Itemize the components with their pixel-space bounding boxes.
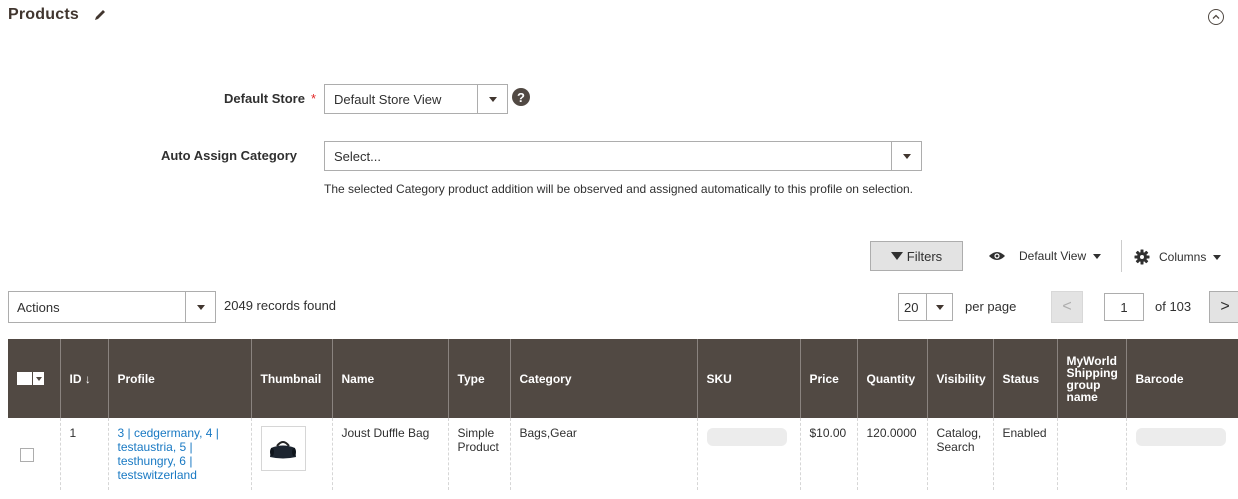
chevron-down-icon[interactable] <box>185 292 215 322</box>
mass-select-checkbox[interactable] <box>17 372 32 385</box>
cell-quantity: 120.0000 <box>856 418 927 490</box>
barcode-redacted <box>1135 428 1226 446</box>
col-id[interactable]: ID ↓ <box>59 339 108 418</box>
auto-assign-placeholder: Select... <box>334 148 381 164</box>
cell-barcode <box>1125 418 1238 490</box>
table-row[interactable]: 1 3 | cedgermany, 4 | testaustria, 5 | t… <box>8 418 1238 490</box>
cell-profile: 3 | cedgermany, 4 | testaustria, 5 | tes… <box>107 418 251 490</box>
cell-sku <box>696 418 800 490</box>
per-page-label: per page <box>965 299 1017 314</box>
product-thumbnail[interactable] <box>260 426 306 471</box>
filters-button[interactable]: Filters <box>870 241 963 271</box>
filter-icon <box>890 252 903 260</box>
col-category[interactable]: Category <box>509 339 697 418</box>
toolbar-divider <box>1121 240 1122 272</box>
col-shipping-group[interactable]: MyWorld Shipping group name <box>1056 339 1126 418</box>
previous-page-button[interactable]: < <box>1051 291 1083 323</box>
col-type[interactable]: Type <box>447 339 510 418</box>
row-checkbox[interactable] <box>20 448 34 462</box>
pencil-icon[interactable] <box>93 8 107 22</box>
cell-price: $10.00 <box>799 418 857 490</box>
auto-assign-label: Auto Assign Category <box>160 148 297 163</box>
section-title[interactable]: Products <box>8 6 107 24</box>
actions-select[interactable]: Actions <box>8 291 216 323</box>
default-store-value: Default Store View <box>334 91 442 107</box>
grid-header-row: ID ↓ Profile Thumbnail Name Type Categor… <box>8 339 1238 418</box>
col-status[interactable]: Status <box>992 339 1057 418</box>
sku-redacted <box>706 428 787 446</box>
col-quantity[interactable]: Quantity <box>856 339 927 418</box>
eye-icon <box>989 252 1005 260</box>
cell-category: Bags,Gear <box>509 418 697 490</box>
columns-label: Columns <box>1159 250 1207 264</box>
chevron-down-icon <box>1213 254 1222 260</box>
default-view-button[interactable]: Default View <box>988 249 1102 263</box>
records-found: 2049 records found <box>224 298 337 313</box>
cell-status: Enabled <box>992 418 1057 490</box>
cell-id: 1 <box>59 418 108 490</box>
section-title-text: Products <box>8 6 79 23</box>
next-page-button[interactable]: > <box>1209 291 1238 323</box>
mass-select-header[interactable] <box>8 339 60 418</box>
page-number-input[interactable]: 1 <box>1104 293 1144 321</box>
auto-assign-label-row: Auto Assign Category <box>0 148 297 163</box>
duffle-bag-image <box>270 440 296 458</box>
default-store-label: Default Store <box>224 91 305 106</box>
required-mark: * <box>310 91 316 106</box>
cell-thumbnail <box>250 418 332 490</box>
cell-type: Simple Product <box>447 418 510 490</box>
chevron-down-icon[interactable] <box>926 294 952 320</box>
cell-visibility: Catalog, Search <box>926 418 993 490</box>
col-visibility[interactable]: Visibility <box>926 339 993 418</box>
per-page-select[interactable]: 20 <box>898 293 953 321</box>
columns-button[interactable]: Columns <box>1134 249 1222 265</box>
filters-label: Filters <box>906 248 943 264</box>
col-name[interactable]: Name <box>331 339 448 418</box>
chevron-down-icon[interactable] <box>891 142 921 170</box>
per-page-value: 20 <box>904 299 919 315</box>
col-price[interactable]: Price <box>799 339 857 418</box>
default-store-select[interactable]: Default Store View <box>324 84 508 114</box>
auto-assign-note: The selected Category product addition w… <box>324 182 914 196</box>
col-profile[interactable]: Profile <box>107 339 251 418</box>
default-store-label-row: Default Store * <box>0 91 316 106</box>
row-select-cell <box>8 418 60 490</box>
col-thumbnail[interactable]: Thumbnail <box>250 339 332 418</box>
profile-link[interactable]: 3 | cedgermany, 4 | testaustria, 5 | tes… <box>118 426 219 482</box>
page-count: of 103 <box>1155 299 1192 314</box>
default-view-label: Default View <box>1019 249 1087 263</box>
chevron-down-icon[interactable] <box>33 372 44 385</box>
products-grid: ID ↓ Profile Thumbnail Name Type Categor… <box>8 339 1238 490</box>
chevron-down-icon[interactable] <box>477 85 507 113</box>
col-barcode[interactable]: Barcode <box>1125 339 1238 418</box>
auto-assign-select[interactable]: Select... <box>324 141 922 171</box>
gear-icon <box>1134 249 1150 265</box>
help-icon[interactable]: ? <box>512 88 530 106</box>
chevron-down-icon <box>1093 253 1102 259</box>
actions-label: Actions <box>17 299 60 315</box>
collapse-icon[interactable] <box>1208 9 1224 25</box>
cell-name: Joust Duffle Bag <box>331 418 448 490</box>
cell-shipping-group <box>1056 418 1126 490</box>
col-sku[interactable]: SKU <box>696 339 800 418</box>
